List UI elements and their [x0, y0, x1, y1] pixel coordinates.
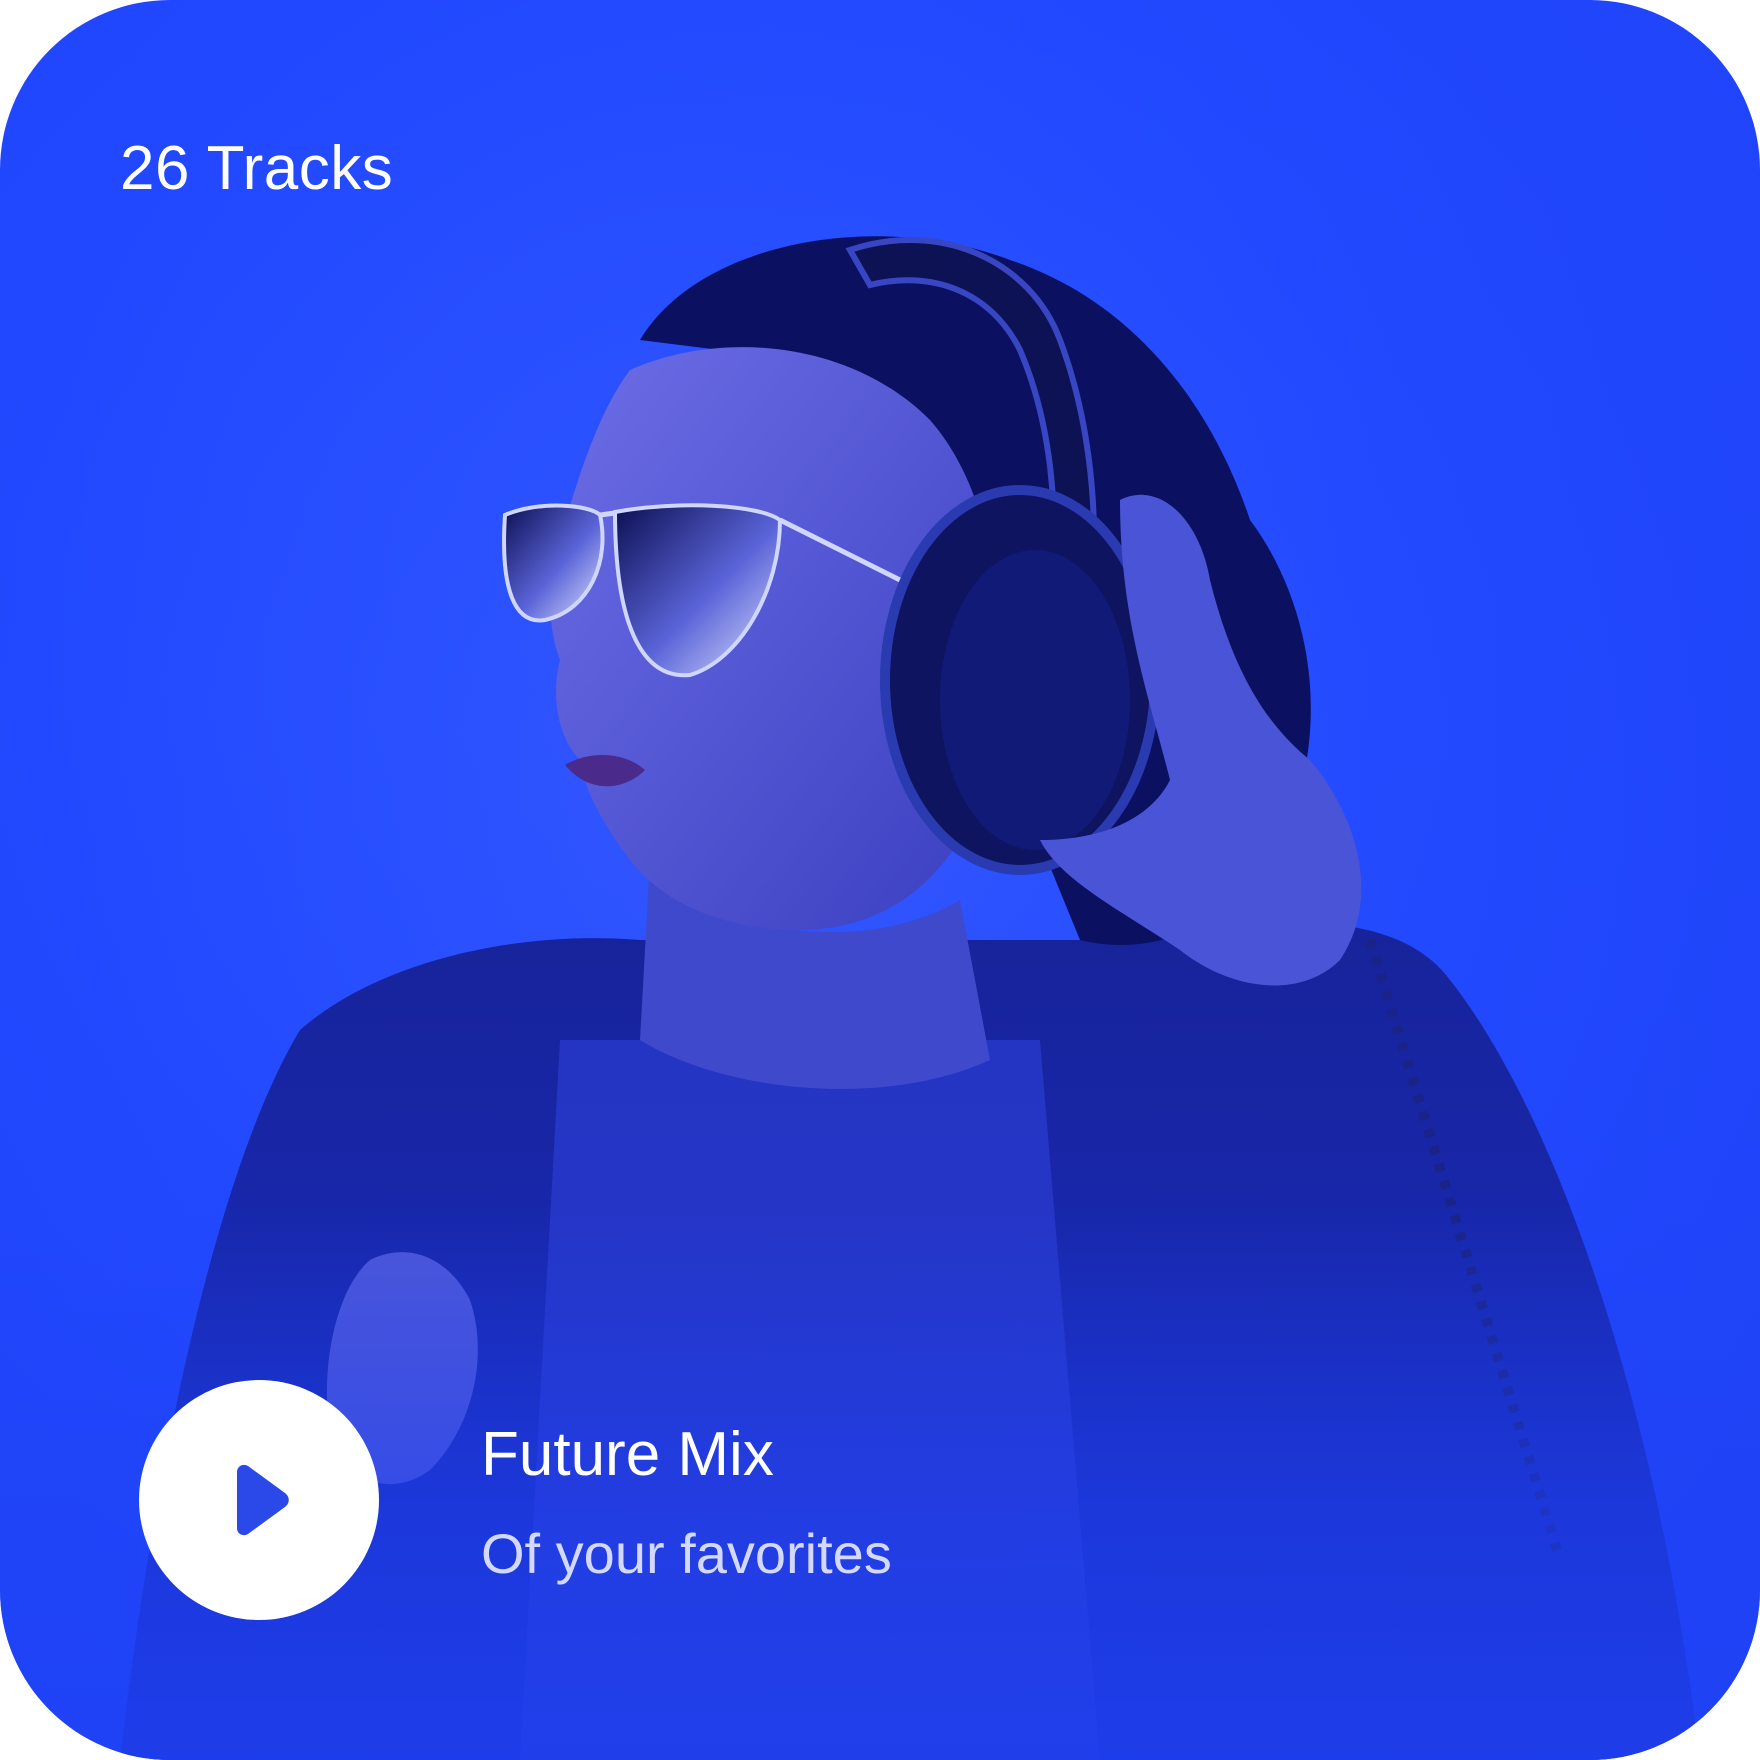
- playlist-title: Future Mix: [481, 1420, 774, 1489]
- playlist-card[interactable]: 26 Tracks Future Mix Of your favorites: [0, 0, 1760, 1760]
- track-count-label: 26 Tracks: [120, 134, 394, 203]
- play-icon: [237, 1464, 289, 1536]
- playlist-subtitle: Of your favorites: [481, 1522, 892, 1585]
- play-button[interactable]: [139, 1380, 379, 1620]
